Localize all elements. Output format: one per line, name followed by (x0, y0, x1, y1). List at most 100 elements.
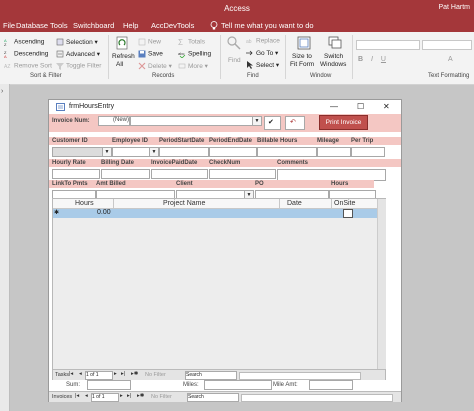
font-name-combo[interactable] (356, 40, 420, 50)
new-record-button[interactable]: New (138, 38, 161, 46)
group-sort-filter: Sort & Filter (30, 73, 62, 79)
maximize-icon[interactable]: ☐ (357, 102, 364, 111)
prev-record-icon[interactable]: ◂ (85, 393, 88, 399)
selection-button[interactable]: Selection ▾ (56, 38, 98, 46)
confirm-button[interactable]: ✔ (264, 116, 281, 130)
replace-button[interactable]: ab Replace (246, 37, 280, 45)
new-record-nav-icon[interactable]: ▸✱ (137, 393, 144, 399)
next-record-icon[interactable]: ▸ (114, 371, 117, 377)
close-icon[interactable]: ✕ (383, 102, 390, 111)
mileage-field[interactable] (317, 147, 351, 157)
employee-id-combo[interactable]: ▼ (112, 147, 159, 157)
col-onsite-header[interactable]: OnSite (334, 200, 355, 207)
menu-file[interactable]: File (3, 21, 15, 30)
hourly-rate-field[interactable] (52, 169, 100, 179)
last-record-icon[interactable]: ▸| (127, 393, 131, 399)
save-button[interactable]: Save (138, 50, 163, 58)
hours-label: Hours (331, 181, 349, 187)
miles-label: Miles: (183, 382, 199, 388)
remove-sort-button[interactable]: AZ Remove Sort (4, 62, 52, 70)
subform-vertical-scrollbar[interactable] (377, 199, 386, 369)
tell-me-box[interactable]: Tell me what you want to do (210, 20, 370, 30)
prev-record-icon[interactable]: ◂ (79, 371, 82, 377)
goto-button[interactable]: Go To ▾ (246, 49, 278, 57)
menu-accdevtools[interactable]: AccDevTools (151, 21, 194, 30)
form-record-counter[interactable]: 1 of 1 (91, 393, 119, 402)
billable-hours-field[interactable] (257, 147, 317, 157)
group-find: Find (247, 73, 259, 79)
undo-button[interactable]: ↶ (285, 116, 305, 130)
descending-button[interactable]: Z A Descending (4, 50, 48, 58)
menu-switchboard[interactable]: Switchboard (73, 21, 114, 30)
col-hours-header[interactable]: Hours (75, 200, 94, 207)
spelling-button[interactable]: abc Spelling (178, 50, 211, 58)
lightbulb-icon (210, 21, 218, 30)
font-color-icon[interactable]: A (448, 56, 453, 63)
invoice-combo[interactable]: ▼ (130, 116, 262, 126)
form-nav-label: Invoices (52, 394, 73, 400)
size-to-fit-form-button[interactable]: Size to Fit Form (290, 36, 318, 72)
first-record-icon[interactable]: |◂ (75, 393, 79, 399)
per-trip-field[interactable] (351, 147, 385, 157)
mile-amt-field[interactable] (309, 380, 353, 390)
find-button[interactable]: Find (224, 36, 244, 70)
per-trip-label: Per Trip (351, 138, 374, 144)
billing-date-field[interactable] (101, 169, 150, 179)
period-start-field[interactable] (159, 147, 209, 157)
row-hours-value[interactable]: 0.00 (97, 209, 111, 216)
row-onsite-checkbox[interactable] (343, 209, 353, 218)
sort-ascending-icon: AZ (4, 38, 7, 46)
advanced-button[interactable]: Advanced ▾ (56, 50, 100, 58)
delete-button[interactable]: Delete ▾ (138, 62, 172, 70)
subform-search-box[interactable]: Search (185, 371, 237, 380)
chevron-right-icon[interactable]: › (1, 88, 3, 95)
menu-help[interactable]: Help (123, 21, 138, 30)
switch-windows-button[interactable]: Switch Windows (320, 36, 350, 72)
check-num-field[interactable] (209, 169, 276, 179)
underline-icon[interactable]: U (381, 56, 386, 63)
first-record-icon[interactable]: |◂ (69, 371, 73, 377)
subform-record-navigation: Tasks |◂ ◂ 1 of 1 ▸ ▸| ▸✱ No Filter Sear… (53, 369, 385, 380)
subform-filter-status[interactable]: No Filter (145, 372, 166, 378)
col-date-header[interactable]: Date (287, 200, 302, 207)
subform-horizontal-scrollbar[interactable] (239, 372, 361, 380)
refresh-all-button[interactable]: Refresh All (112, 36, 135, 72)
sum-field[interactable] (87, 380, 131, 390)
select-button[interactable]: Select ▾ (246, 61, 279, 70)
print-invoice-button[interactable]: Print Invoice (319, 115, 368, 130)
customer-id-combo[interactable]: ▼ (52, 147, 112, 157)
ribbon: A Z Ascending Z A Descending AZ Remove Sort S… (0, 32, 474, 85)
period-end-field[interactable] (209, 147, 257, 157)
magnifier-icon (227, 36, 241, 50)
table-row[interactable]: ✱ 0.00 (53, 209, 385, 218)
form-horizontal-scrollbar[interactable] (241, 394, 393, 402)
minimize-icon[interactable]: — (330, 102, 338, 111)
form-search-box[interactable]: Search (187, 393, 239, 402)
chevron-down-icon[interactable]: ▼ (102, 148, 111, 156)
check-num-label: CheckNum (209, 160, 241, 166)
ascending-button[interactable]: A Z Ascending (4, 38, 44, 46)
chevron-down-icon[interactable]: ▼ (149, 148, 158, 156)
last-record-icon[interactable]: ▸| (121, 371, 125, 377)
more-button[interactable]: More ▾ (178, 62, 208, 70)
navigation-pane-collapsed[interactable]: › (0, 84, 10, 411)
toggle-filter-button[interactable]: Toggle Filter (56, 62, 101, 70)
bold-icon[interactable]: B (358, 56, 363, 63)
font-size-combo[interactable] (422, 40, 472, 50)
new-record-nav-icon[interactable]: ▸✱ (131, 371, 138, 377)
next-record-icon[interactable]: ▸ (120, 393, 123, 399)
invoice-paid-date-field[interactable] (151, 169, 208, 179)
subform-record-counter[interactable]: 1 of 1 (85, 371, 113, 380)
user-name[interactable]: Pat Hartm (438, 4, 470, 11)
menu-database-tools[interactable]: Database Tools (16, 21, 68, 30)
billable-hours-label: Billable Hours (257, 138, 298, 144)
period-start-label: PeriodStartDate (159, 138, 205, 144)
form-filter-status[interactable]: No Filter (151, 394, 172, 400)
miles-field[interactable] (204, 380, 272, 390)
new-record-selector-icon[interactable]: ✱ (54, 209, 59, 216)
chevron-down-icon[interactable]: ▼ (252, 117, 261, 125)
totals-button[interactable]: Σ Totals (178, 38, 205, 46)
italic-icon[interactable]: I (371, 56, 373, 63)
delete-icon (138, 62, 146, 70)
col-project-name-header[interactable]: Project Name (163, 200, 205, 207)
